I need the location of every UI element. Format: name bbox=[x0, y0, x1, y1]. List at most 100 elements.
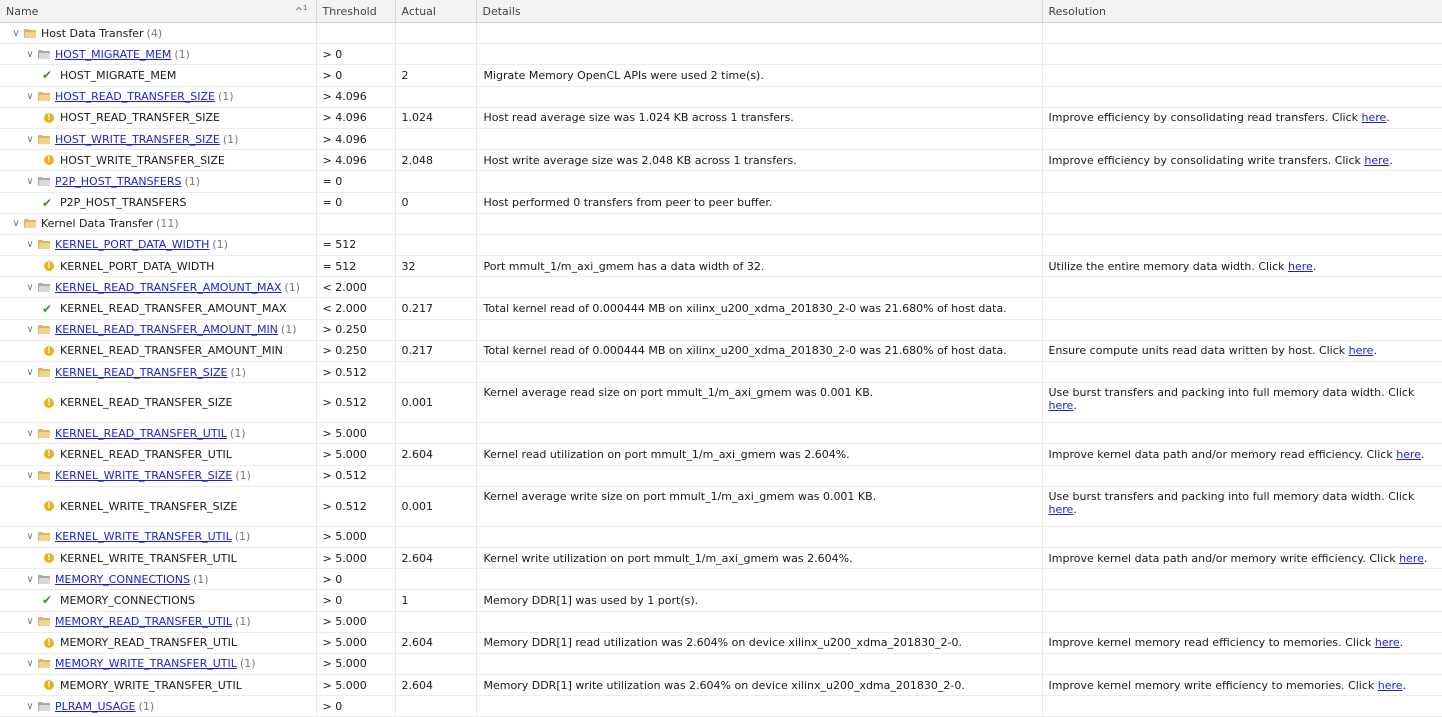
here-link[interactable]: here bbox=[1396, 448, 1421, 461]
rule-link[interactable]: MEMORY_CONNECTIONS bbox=[55, 573, 190, 586]
rule-row[interactable]: ! KERNEL_READ_TRANSFER_SIZE > 0.512 0.001 Ke… bbox=[0, 382, 1442, 424]
rule-link[interactable]: P2P_HOST_TRANSFERS bbox=[55, 175, 181, 188]
here-link[interactable]: here bbox=[1349, 344, 1374, 357]
here-link[interactable]: here bbox=[1364, 154, 1389, 167]
group-row[interactable]: ∨ HOST_READ_TRANSFER_SIZE (1) > 4.096 bbox=[0, 86, 1442, 108]
rule-link[interactable]: HOST_WRITE_TRANSFER_SIZE bbox=[55, 133, 220, 146]
rule-row[interactable]: ! KERNEL_WRITE_TRANSFER_SIZE > 0.512 0.001 K… bbox=[0, 486, 1442, 527]
chevron-down-icon[interactable]: ∨ bbox=[10, 28, 22, 39]
chevron-down-icon[interactable]: ∨ bbox=[24, 428, 36, 439]
chevron-down-icon[interactable]: ∨ bbox=[24, 324, 36, 335]
threshold-cell: = 512 bbox=[316, 234, 396, 257]
rule-row[interactable]: ✔ KERNEL_READ_TRANSFER_AMOUNT_MAX < 2.000 0… bbox=[0, 297, 1442, 320]
chevron-down-icon[interactable]: ∨ bbox=[24, 239, 36, 250]
rule-link[interactable]: KERNEL_PORT_DATA_WIDTH bbox=[55, 238, 209, 251]
name-cell: ∨ KERNEL_WRITE_TRANSFER_UTIL (1) bbox=[0, 526, 317, 548]
group-row[interactable]: ∨ MEMORY_WRITE_TRANSFER_UTIL (1) > 5.000 bbox=[0, 653, 1442, 676]
rule-link[interactable]: PLRAM_USAGE bbox=[55, 700, 136, 713]
chevron-down-icon[interactable]: ∨ bbox=[24, 658, 36, 669]
check-icon: ✔ bbox=[42, 301, 53, 316]
here-link[interactable]: here bbox=[1049, 503, 1074, 516]
column-header-threshold[interactable]: Threshold bbox=[316, 0, 396, 23]
tree-node: ∨ KERNEL_READ_TRANSFER_UTIL (1) bbox=[6, 427, 310, 440]
column-header-name[interactable]: Name ^1 bbox=[0, 0, 317, 23]
rule-name: HOST_WRITE_TRANSFER_SIZE bbox=[60, 153, 225, 167]
chevron-down-icon[interactable]: ∨ bbox=[24, 616, 36, 627]
threshold-cell: > 0 bbox=[316, 589, 396, 612]
group-row[interactable]: ∨ KERNEL_WRITE_TRANSFER_SIZE (1) > 0.512 bbox=[0, 465, 1442, 487]
chevron-down-icon[interactable]: ∨ bbox=[24, 531, 36, 542]
details-cell: Total kernel read of 0.000444 MB on xili… bbox=[476, 340, 1043, 363]
rule-row[interactable]: ! MEMORY_WRITE_TRANSFER_UTIL > 5.000 2.604 M… bbox=[0, 674, 1442, 697]
group-row[interactable]: ∨ KERNEL_READ_TRANSFER_AMOUNT_MAX (1) < 2.0… bbox=[0, 276, 1442, 299]
rule-link[interactable]: MEMORY_READ_TRANSFER_UTIL bbox=[55, 615, 232, 628]
rule-row[interactable]: ! HOST_WRITE_TRANSFER_SIZE > 4.096 2.048 Hos… bbox=[0, 149, 1442, 172]
rule-link[interactable]: KERNEL_READ_TRANSFER_UTIL bbox=[55, 427, 227, 440]
rule-link[interactable]: KERNEL_READ_TRANSFER_SIZE bbox=[55, 366, 228, 379]
here-link[interactable]: here bbox=[1375, 636, 1400, 649]
group-row[interactable]: ∨ KERNEL_READ_TRANSFER_UTIL (1) > 5.000 bbox=[0, 422, 1442, 445]
chevron-down-icon[interactable]: ∨ bbox=[24, 176, 36, 187]
group-row[interactable]: ∨ HOST_WRITE_TRANSFER_SIZE (1) > 4.096 bbox=[0, 128, 1442, 151]
rule-link[interactable]: MEMORY_WRITE_TRANSFER_UTIL bbox=[55, 657, 237, 670]
rule-link[interactable]: HOST_MIGRATE_MEM bbox=[55, 48, 171, 61]
here-link[interactable]: here bbox=[1378, 679, 1403, 692]
folder-icon bbox=[38, 367, 50, 377]
count-label: (1) bbox=[230, 365, 247, 379]
here-link[interactable]: here bbox=[1362, 111, 1387, 124]
rule-name: KERNEL_READ_TRANSFER_SIZE bbox=[60, 396, 233, 410]
actual-cell: 1 bbox=[395, 589, 477, 612]
name-cell: ! KERNEL_READ_TRANSFER_UTIL bbox=[0, 443, 317, 466]
rule-row[interactable]: ! HOST_READ_TRANSFER_SIZE > 4.096 1.024 Host… bbox=[0, 107, 1442, 129]
folder-icon bbox=[38, 49, 50, 59]
rule-link[interactable]: KERNEL_READ_TRANSFER_AMOUNT_MIN bbox=[55, 323, 278, 336]
group-row[interactable]: ∨ Kernel Data Transfer (11) bbox=[0, 213, 1442, 235]
rule-row[interactable]: ✔ MEMORY_CONNECTIONS > 0 1 Memory DDR[1] was… bbox=[0, 589, 1442, 612]
rule-link[interactable]: KERNEL_WRITE_TRANSFER_SIZE bbox=[55, 469, 232, 482]
group-row[interactable]: ∨ PLRAM_USAGE (1) > 0 bbox=[0, 695, 1442, 717]
name-cell: ∨ KERNEL_WRITE_TRANSFER_SIZE (1) bbox=[0, 465, 317, 487]
rule-link[interactable]: KERNEL_READ_TRANSFER_AMOUNT_MAX bbox=[55, 281, 282, 294]
chevron-down-icon[interactable]: ∨ bbox=[24, 470, 36, 481]
chevron-down-icon[interactable]: ∨ bbox=[24, 134, 36, 145]
sort-indicator-icon: ^1 bbox=[294, 4, 308, 18]
warning-icon: ! bbox=[44, 637, 54, 648]
group-row[interactable]: ∨ KERNEL_READ_TRANSFER_SIZE (1) > 0.512 bbox=[0, 361, 1442, 384]
chevron-down-icon[interactable]: ∨ bbox=[24, 49, 36, 60]
chevron-down-icon[interactable]: ∨ bbox=[10, 218, 22, 229]
column-header-actual[interactable]: Actual bbox=[395, 0, 477, 23]
chevron-down-icon[interactable]: ∨ bbox=[24, 701, 36, 712]
rule-row[interactable]: ✔ HOST_MIGRATE_MEM > 0 2 Migrate Memory Open… bbox=[0, 64, 1442, 87]
group-row[interactable]: ∨ HOST_MIGRATE_MEM (1) > 0 bbox=[0, 43, 1442, 66]
name-cell: ! MEMORY_READ_TRANSFER_UTIL bbox=[0, 632, 317, 654]
threshold-cell: > 0 bbox=[316, 568, 396, 591]
group-row[interactable]: ∨ Host Data Transfer (4) bbox=[0, 22, 1442, 45]
rule-row[interactable]: ! KERNEL_READ_TRANSFER_AMOUNT_MIN > 0.250 0… bbox=[0, 340, 1442, 363]
rule-row[interactable]: ! MEMORY_READ_TRANSFER_UTIL > 5.000 2.604 Me… bbox=[0, 632, 1442, 654]
actual-cell bbox=[395, 86, 477, 108]
chevron-down-icon[interactable]: ∨ bbox=[24, 574, 36, 585]
column-header-details[interactable]: Details bbox=[476, 0, 1043, 23]
here-link[interactable]: here bbox=[1399, 552, 1424, 565]
resolution-cell bbox=[1042, 64, 1442, 87]
chevron-down-icon[interactable]: ∨ bbox=[24, 367, 36, 378]
rule-row[interactable]: ✔ P2P_HOST_TRANSFERS = 0 0 Host performed 0 … bbox=[0, 192, 1442, 214]
group-row[interactable]: ∨ KERNEL_PORT_DATA_WIDTH (1) = 512 bbox=[0, 234, 1442, 257]
here-link[interactable]: here bbox=[1288, 260, 1313, 273]
group-row[interactable]: ∨ MEMORY_READ_TRANSFER_UTIL (1) > 5.000 bbox=[0, 611, 1442, 633]
group-row[interactable]: ∨ MEMORY_CONNECTIONS (1) > 0 bbox=[0, 568, 1442, 591]
column-header-resolution[interactable]: Resolution bbox=[1042, 0, 1442, 23]
group-row[interactable]: ∨ KERNEL_WRITE_TRANSFER_UTIL (1) > 5.000 bbox=[0, 526, 1442, 548]
rule-link[interactable]: HOST_READ_TRANSFER_SIZE bbox=[55, 90, 215, 103]
group-row[interactable]: ∨ P2P_HOST_TRANSFERS (1) = 0 bbox=[0, 170, 1442, 193]
rule-row[interactable]: ! KERNEL_READ_TRANSFER_UTIL > 5.000 2.604 Ke… bbox=[0, 443, 1442, 466]
group-row[interactable]: ∨ KERNEL_READ_TRANSFER_AMOUNT_MIN (1) > 0.2… bbox=[0, 319, 1442, 341]
check-icon: ✔ bbox=[42, 195, 53, 210]
rule-link[interactable]: KERNEL_WRITE_TRANSFER_UTIL bbox=[55, 530, 232, 543]
here-link[interactable]: here bbox=[1049, 399, 1074, 412]
rule-row[interactable]: ! KERNEL_PORT_DATA_WIDTH = 512 32 Port mmult… bbox=[0, 255, 1442, 278]
chevron-down-icon[interactable]: ∨ bbox=[24, 91, 36, 102]
chevron-down-icon[interactable]: ∨ bbox=[24, 282, 36, 293]
rule-row[interactable]: ! KERNEL_WRITE_TRANSFER_UTIL > 5.000 2.604 K… bbox=[0, 547, 1442, 570]
name-cell: ✔ MEMORY_CONNECTIONS bbox=[0, 589, 317, 612]
